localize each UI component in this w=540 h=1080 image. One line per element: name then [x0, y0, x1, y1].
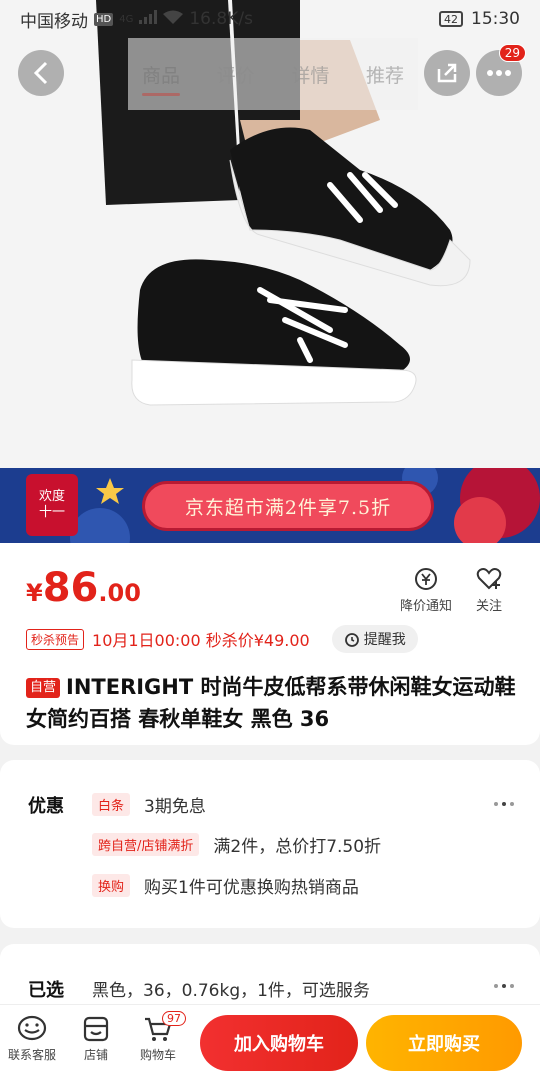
price-drop-notify-label: 降价通知 [400, 599, 453, 614]
promo-banner[interactable]: 欢度 十一 京东超市满2件享7.5折 [0, 468, 540, 543]
remind-me-label: 提醒我 [363, 632, 406, 648]
offer-tag: 跨自营/店铺满折 [92, 833, 200, 856]
chat-bubble-icon [17, 1015, 47, 1041]
bottom-action-bar: 联系客服 店铺 97 购物车 加入购物车 立即购买 [0, 1004, 540, 1080]
hd-icon: HD [94, 12, 114, 26]
cart-button[interactable]: 97 购物车 [128, 1011, 188, 1063]
price: ¥ 86 .00 [26, 565, 141, 611]
flash-sale-tag: 秒杀预告 [26, 628, 85, 650]
clock: 15:30 [471, 9, 520, 29]
product-title-block: 自营 INTERIGHT 时尚牛皮低帮系带休闲鞋女运动鞋女简约百搭 春秋单鞋女 黑… [26, 671, 516, 735]
selected-options-text: 黑色，36，0.76kg，1件，可选服务 [92, 981, 370, 1001]
selected-options-row: 黑色，36，0.76kg，1件，可选服务 [92, 976, 370, 1001]
more-dots-icon [487, 70, 511, 76]
holiday-logo: 欢度 十一 [26, 474, 78, 536]
buy-now-button[interactable]: 立即购买 [366, 1015, 522, 1071]
share-button[interactable] [424, 50, 470, 96]
promo-text: 京东超市满2件享7.5折 [142, 481, 434, 531]
add-to-cart-button[interactable]: 加入购物车 [200, 1015, 358, 1071]
offers-label: 优惠 [28, 796, 64, 817]
follow-label: 关注 [476, 599, 503, 614]
selected-label: 已选 [28, 980, 64, 1001]
battery-level: 42 [444, 12, 458, 26]
tab-product[interactable]: 商品 [142, 61, 181, 96]
chevron-left-icon [33, 61, 48, 85]
carrier-name: 中国移动 [20, 11, 88, 32]
offer-row: 跨自营/店铺满折 满2件，总价打7.50折 [92, 832, 381, 857]
signal-icon [139, 9, 158, 29]
tab-recommend[interactable]: 推荐 [366, 61, 404, 88]
network-type: 4G [119, 13, 134, 25]
offer-text: 满2件，总价打7.50折 [213, 837, 382, 857]
store-icon [83, 1016, 109, 1042]
holiday-logo-line1: 欢度 [38, 489, 65, 504]
yen-coin-icon [415, 568, 437, 590]
heart-icon [476, 568, 502, 590]
message-badge: 29 [498, 44, 526, 62]
shop-label: 店铺 [83, 1048, 108, 1062]
wifi-icon [163, 9, 184, 29]
price-integer: 86 [42, 565, 99, 611]
network-speed: 16.8K/s [189, 9, 253, 29]
selected-more-icon[interactable] [494, 984, 514, 988]
customer-service-button[interactable]: 联系客服 [2, 1015, 62, 1063]
currency-symbol: ¥ [26, 579, 43, 607]
offer-row: 白条 3期免息 [92, 792, 206, 817]
offer-tag: 白条 [92, 793, 131, 816]
alarm-clock-icon [344, 633, 359, 647]
offer-text: 3期免息 [144, 797, 206, 817]
status-bar: 中国移动 HD 4G 16.8K/s 42 15:30 [0, 0, 540, 38]
battery-icon: 42 [439, 11, 463, 27]
holiday-logo-line2: 十一 [38, 505, 65, 520]
offer-text: 购买1件可优惠换购热销商品 [144, 878, 359, 898]
product-detail-page: 中国移动 HD 4G 16.8K/s 42 15:30 商品 评价 详情 推荐 [0, 0, 540, 1080]
back-button[interactable] [18, 50, 64, 96]
price-drop-notify-button[interactable]: 降价通知 [400, 567, 452, 614]
offer-tag: 换购 [92, 874, 131, 897]
offers-card[interactable]: 优惠 白条 3期免息 跨自营/店铺满折 满2件，总价打7.50折 换购 购买1件… [0, 760, 540, 928]
flash-sale-text: 10月1日00:00 秒杀价¥49.00 [92, 631, 310, 650]
tab-details[interactable]: 详情 [291, 61, 329, 88]
share-icon [437, 63, 457, 83]
follow-button[interactable]: 关注 [476, 567, 502, 614]
tab-reviews[interactable]: 评价 [217, 61, 255, 88]
price-card: ¥ 86 .00 降价通知 关注 秒杀预告 10月1日00:00 秒杀价¥49.… [0, 543, 540, 745]
offer-row: 换购 购买1件可优惠换购热销商品 [92, 873, 359, 898]
top-nav: 商品 评价 详情 推荐 29 [0, 38, 540, 110]
remind-me-button[interactable]: 提醒我 [331, 625, 418, 653]
cart-count-badge: 97 [162, 1011, 186, 1026]
shop-button[interactable]: 店铺 [66, 1015, 126, 1063]
section-tabs: 商品 评价 详情 推荐 [128, 38, 418, 110]
product-title: INTERIGHT 时尚牛皮低帮系带休闲鞋女运动鞋女简约百搭 春秋单鞋女 黑色 … [26, 675, 516, 731]
cart-label: 购物车 [139, 1048, 176, 1062]
more-button[interactable]: 29 [476, 44, 526, 96]
self-operated-tag: 自营 [26, 678, 61, 698]
offers-more-icon[interactable] [494, 802, 514, 806]
customer-service-label: 联系客服 [7, 1048, 56, 1062]
flash-sale-row: 秒杀预告 10月1日00:00 秒杀价¥49.00 提醒我 [26, 625, 418, 653]
price-decimal: .00 [98, 579, 141, 607]
